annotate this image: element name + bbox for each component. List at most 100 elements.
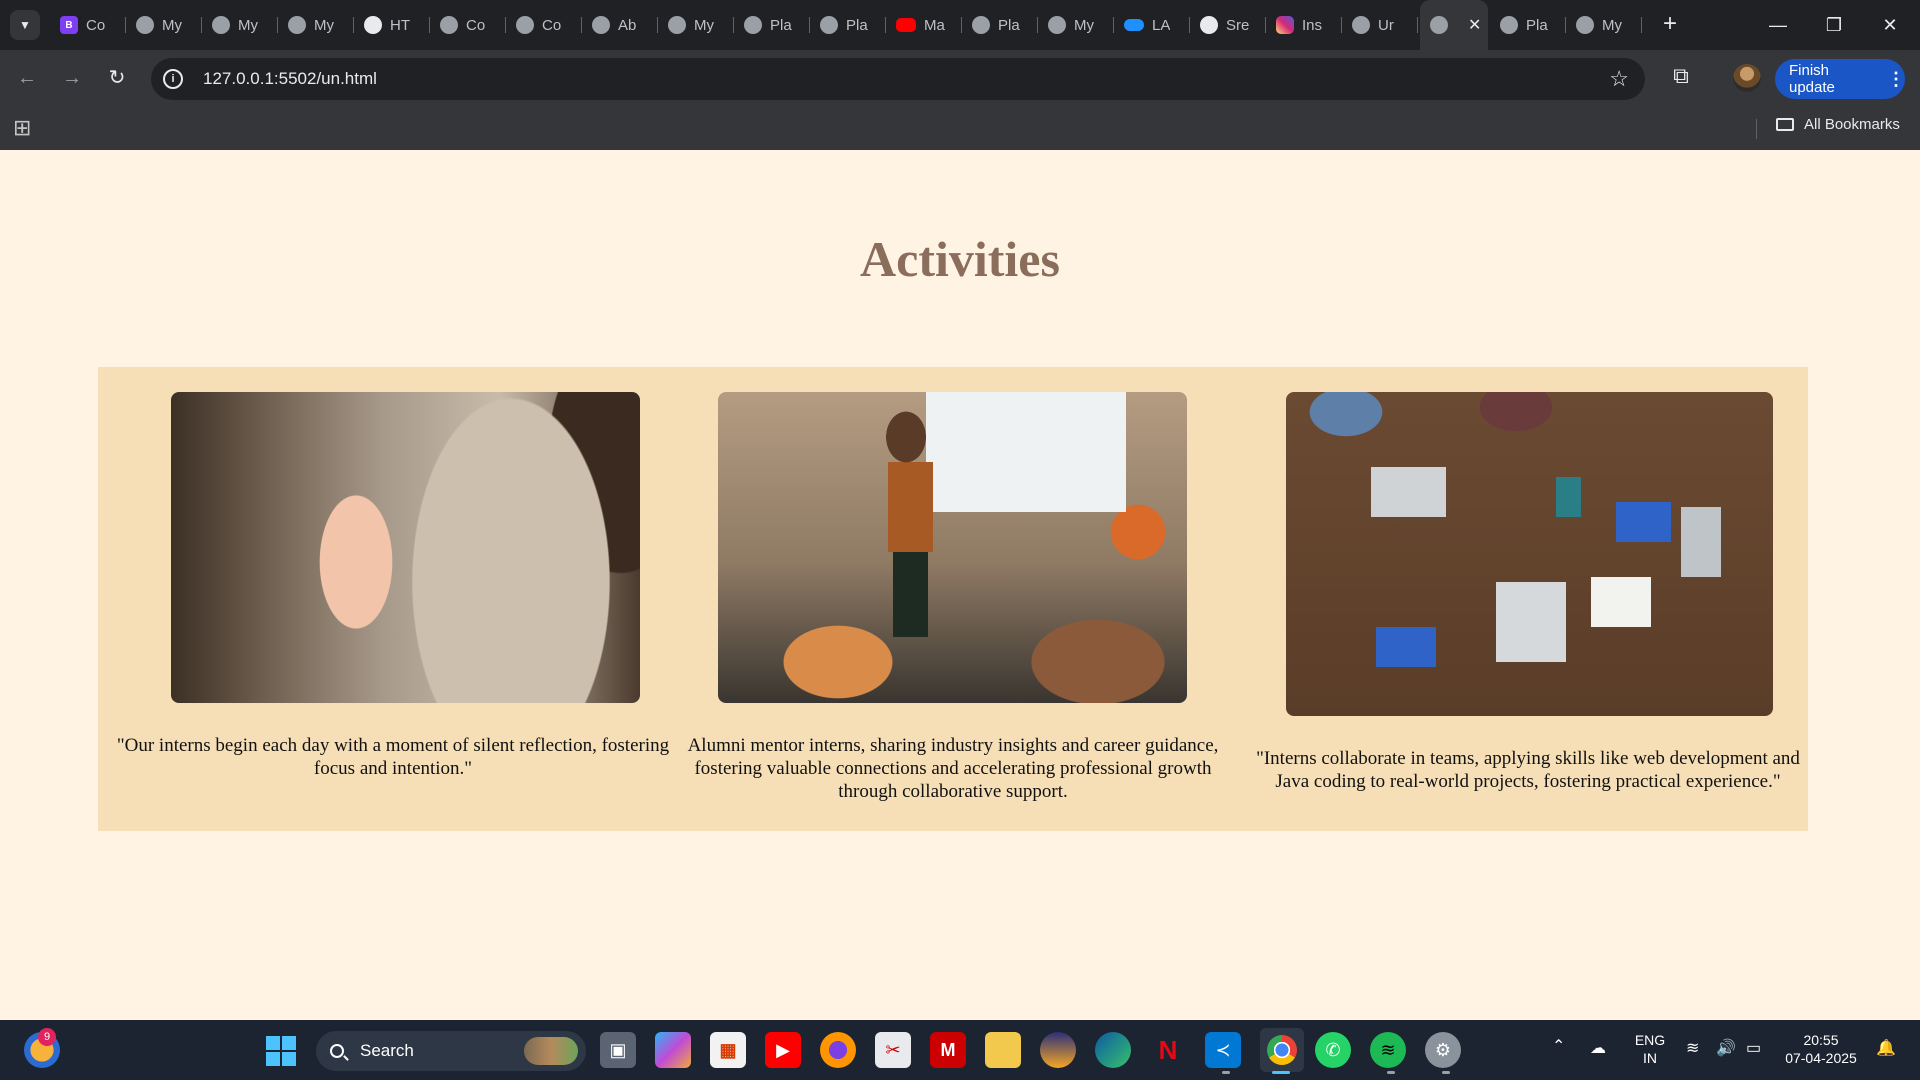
spotify-icon[interactable]: ≋ <box>1370 1032 1406 1068</box>
start-button[interactable] <box>266 1036 296 1066</box>
browser-tab[interactable]: Co <box>430 0 506 50</box>
copilot-icon[interactable] <box>655 1032 691 1068</box>
bookmarks-divider <box>1756 119 1757 139</box>
tab-active[interactable]: ✕ <box>1420 0 1488 50</box>
firefox-icon[interactable] <box>820 1032 856 1068</box>
vscode-running-indicator <box>1222 1071 1230 1074</box>
tab-title: Sre <box>1226 16 1250 34</box>
minimize-button[interactable]: — <box>1758 8 1798 42</box>
tab-search-button[interactable]: ▼ <box>10 10 40 40</box>
globe-icon <box>820 16 838 34</box>
restore-button[interactable]: ❐ <box>1814 8 1854 42</box>
extensions-icon[interactable]: ⧉ <box>1666 63 1696 89</box>
profile-avatar[interactable] <box>1733 64 1761 92</box>
onedrive-tray-icon[interactable]: ☁ <box>1590 1040 1606 1058</box>
folder-icon <box>1776 118 1794 131</box>
browser-tab[interactable]: My <box>1038 0 1114 50</box>
wifi-icon[interactable]: ≋ <box>1686 1040 1699 1058</box>
file-explorer-icon[interactable] <box>985 1032 1021 1068</box>
vscode-icon[interactable]: ≺ <box>1205 1032 1241 1068</box>
openai-icon <box>364 16 382 34</box>
browser-tab[interactable]: My <box>202 0 278 50</box>
browser-tab[interactable]: Ur <box>1342 0 1418 50</box>
close-tab-icon[interactable]: ✕ <box>1468 15 1481 35</box>
browser-tab[interactable]: Ins <box>1266 0 1342 50</box>
tab-title: Co <box>466 16 486 34</box>
mcafee-icon[interactable]: M <box>930 1032 966 1068</box>
reflection-photo <box>171 392 640 703</box>
browser-tab[interactable]: My <box>126 0 202 50</box>
site-info-icon[interactable]: i <box>163 69 183 89</box>
settings-icon[interactable]: ⚙ <box>1425 1032 1461 1068</box>
language-line2: IN <box>1643 1050 1657 1066</box>
instagram-icon <box>1276 16 1294 34</box>
browser-tab[interactable]: HT <box>354 0 430 50</box>
task-view-icon[interactable]: ▣ <box>600 1032 636 1068</box>
bookmarks-bar: ⊞ All Bookmarks <box>0 107 1920 150</box>
browser-tab[interactable]: Pla <box>810 0 886 50</box>
globe-icon <box>744 16 762 34</box>
url-text[interactable]: 127.0.0.1:5502/un.html <box>203 69 377 89</box>
browser-tab[interactable]: Pla <box>962 0 1038 50</box>
eclipse-icon[interactable] <box>1040 1032 1076 1068</box>
browser-tab[interactable]: My <box>658 0 734 50</box>
forward-button[interactable]: → <box>57 63 87 93</box>
browser-tab[interactable]: Pla <box>734 0 810 50</box>
globe-icon <box>1500 16 1518 34</box>
reload-button[interactable]: ↻ <box>102 63 132 93</box>
browser-tab[interactable]: Co <box>506 0 582 50</box>
whatsapp-icon[interactable]: ✆ <box>1315 1032 1351 1068</box>
browser-tab[interactable]: My <box>278 0 354 50</box>
tab-title: Pla <box>998 16 1020 34</box>
browser-tab[interactable]: B Co <box>50 0 126 50</box>
spotify-running-indicator <box>1387 1071 1395 1074</box>
finish-update-button[interactable]: Finish update ⋮ <box>1775 59 1905 99</box>
activity-caption: "Interns collaborate in teams, applying … <box>1256 748 1800 792</box>
tab-title: Ab <box>618 16 637 34</box>
browser-tab[interactable]: Pla <box>1490 0 1566 50</box>
edge-icon[interactable] <box>1095 1032 1131 1068</box>
tab-title: Pla <box>1526 16 1548 34</box>
language-indicator[interactable]: ENG IN <box>1628 1031 1672 1067</box>
show-hidden-icons-chevron[interactable]: ⌃ <box>1552 1038 1565 1056</box>
tab-title: My <box>1602 16 1622 34</box>
close-window-button[interactable]: ✕ <box>1870 8 1910 42</box>
all-bookmarks-button[interactable]: All Bookmarks <box>1776 116 1900 133</box>
tab-title: My <box>162 16 182 34</box>
browser-tab[interactable]: LA <box>1114 0 1190 50</box>
chrome-icon-container[interactable] <box>1260 1028 1304 1072</box>
youtube-icon[interactable]: ▶ <box>765 1032 801 1068</box>
menu-dots-icon: ⋮ <box>1887 68 1905 89</box>
new-tab-button[interactable]: + <box>1655 10 1685 38</box>
tab-title: My <box>694 16 714 34</box>
volume-icon[interactable]: 🔊 <box>1716 1040 1736 1058</box>
browser-tab[interactable]: Ab <box>582 0 658 50</box>
tab-title: Co <box>86 16 106 34</box>
bookmark-star-icon[interactable]: ☆ <box>1609 66 1629 92</box>
clock[interactable]: 20:55 07-04-2025 <box>1776 1031 1866 1067</box>
globe-icon <box>1430 16 1448 34</box>
globe-icon <box>288 16 306 34</box>
globe-icon <box>440 16 458 34</box>
chrome-icon <box>1267 1035 1297 1065</box>
globe-icon <box>1576 16 1594 34</box>
address-bar[interactable]: i 127.0.0.1:5502/un.html ☆ <box>151 58 1645 100</box>
chevron-down-icon: ▼ <box>19 18 31 32</box>
tab-title: Ma <box>924 16 945 34</box>
apps-grid-icon[interactable]: ⊞ <box>13 115 31 141</box>
browser-tab[interactable]: Ma <box>886 0 962 50</box>
notifications-bell-icon[interactable]: 🔔 <box>1876 1040 1896 1058</box>
browser-tab[interactable]: My <box>1566 0 1642 50</box>
browser-tab[interactable]: Sre <box>1190 0 1266 50</box>
back-button[interactable]: ← <box>12 63 42 93</box>
taskbar-search[interactable]: Search <box>316 1031 586 1071</box>
tab-title: My <box>238 16 258 34</box>
globe-icon <box>592 16 610 34</box>
battery-icon[interactable]: ▭ <box>1746 1040 1761 1058</box>
tab-title: LA <box>1152 16 1171 34</box>
netflix-icon[interactable]: N <box>1150 1032 1186 1068</box>
store-icon[interactable]: ▦ <box>710 1032 746 1068</box>
tab-title: Pla <box>770 16 792 34</box>
snipping-tool-icon[interactable]: ✂ <box>875 1032 911 1068</box>
search-label: Search <box>360 1041 414 1060</box>
